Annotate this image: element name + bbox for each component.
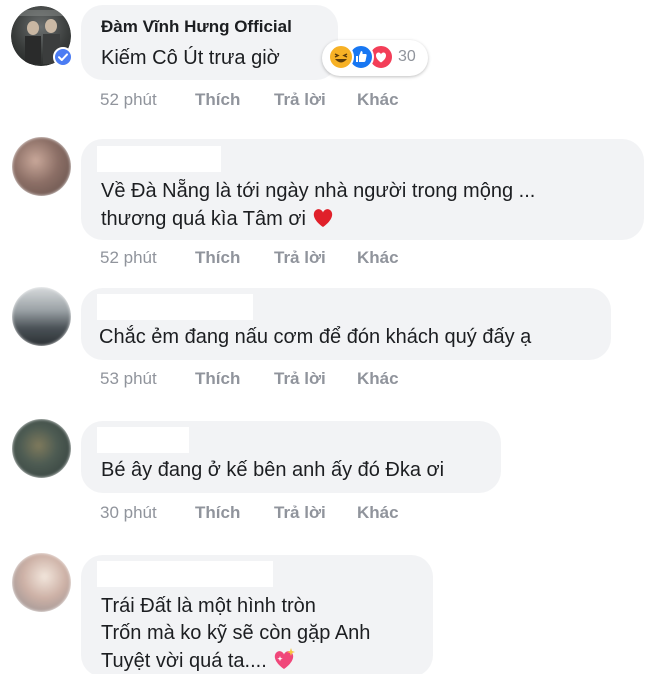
comment-text: Kiếm Cô Út trưa giờ: [101, 47, 280, 69]
comment-text: Bé ây đang ở kế bên anh ấy đó Đka ơi: [101, 459, 445, 481]
redacted-author-name: [97, 561, 273, 587]
comment-text: Trái Đất là một hình tròn: [101, 595, 316, 617]
redacted-author-name: [97, 146, 221, 172]
avatar[interactable]: [12, 553, 71, 612]
more-action[interactable]: Khác: [357, 90, 399, 110]
comment-time[interactable]: 52 phút: [100, 248, 157, 268]
avatar[interactable]: [12, 287, 71, 346]
comment-text: thương quá kìa Tâm ơi: [101, 204, 336, 233]
more-action[interactable]: Khác: [357, 503, 399, 523]
redacted-author-name: [97, 427, 189, 453]
sparkling-heart-emoji-icon: [274, 648, 295, 669]
like-action[interactable]: Thích: [195, 248, 240, 268]
reply-action[interactable]: Trả lời: [274, 369, 326, 389]
like-action[interactable]: Thích: [195, 503, 240, 523]
reaction-count: 30: [398, 48, 416, 65]
haha-reaction-icon: [328, 44, 354, 70]
comment-time[interactable]: 53 phút: [100, 369, 157, 389]
reply-action[interactable]: Trả lời: [274, 248, 326, 268]
comment-text-line: thương quá kìa Tâm ơi: [101, 208, 306, 230]
comment-time[interactable]: 30 phút: [100, 503, 157, 523]
comment-author[interactable]: Đàm Vĩnh Hưng Official: [101, 17, 292, 37]
like-action[interactable]: Thích: [195, 369, 240, 389]
comment-text: Trốn mà ko kỹ sẽ còn gặp Anh: [101, 622, 371, 644]
redacted-author-name: [97, 294, 253, 320]
more-action[interactable]: Khác: [357, 248, 399, 268]
reply-action[interactable]: Trả lời: [274, 503, 326, 523]
avatar[interactable]: [12, 419, 71, 478]
reaction-summary[interactable]: 30: [322, 40, 428, 76]
like-action[interactable]: Thích: [195, 90, 240, 110]
verified-badge-icon: [53, 47, 73, 67]
avatar[interactable]: [12, 137, 71, 196]
comment-text-line: Tuyệt vời quá ta....: [101, 650, 267, 672]
more-action[interactable]: Khác: [357, 369, 399, 389]
comment-text: Về Đà Nẵng là tới ngày nhà người trong m…: [101, 180, 536, 202]
reply-action[interactable]: Trả lời: [274, 90, 326, 110]
comments-screen: Đàm Vĩnh Hưng Official Kiếm Cô Út trưa g…: [0, 0, 660, 674]
comment-text: Tuyệt vời quá ta....: [101, 646, 297, 674]
comment-time[interactable]: 52 phút: [100, 90, 157, 110]
red-heart-emoji-icon: [313, 209, 333, 227]
comment-text: Chắc ẻm đang nấu cơm để đón khách quý đấ…: [99, 326, 532, 348]
